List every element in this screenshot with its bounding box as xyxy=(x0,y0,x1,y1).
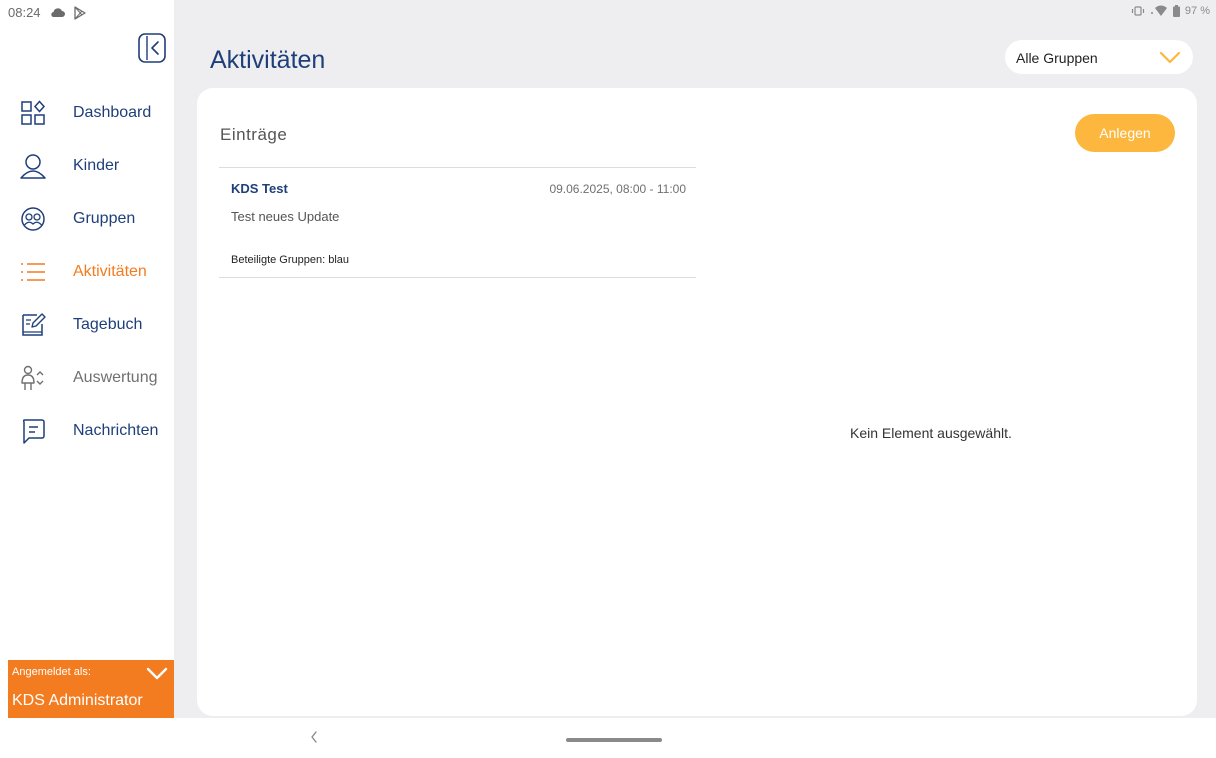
sidebar-item-label: Aktivitäten xyxy=(73,262,147,280)
main-card: Einträge Anlegen KDS Test 09.06.2025, 08… xyxy=(197,88,1197,716)
sidebar-item-tagebuch[interactable]: Tagebuch xyxy=(0,298,174,351)
battery-icon xyxy=(1172,5,1180,17)
add-button[interactable]: Anlegen xyxy=(1075,114,1175,152)
cloud-icon xyxy=(50,7,65,17)
entry-description: Test neues Update xyxy=(231,209,340,224)
vibrate-icon xyxy=(1131,6,1145,16)
sidebar-item-kinder[interactable]: Kinder xyxy=(0,139,174,192)
entry-title: KDS Test xyxy=(231,181,288,196)
list-item[interactable]: KDS Test 09.06.2025, 08:00 - 11:00 Test … xyxy=(219,167,696,278)
sidebar-item-aktivitaeten[interactable]: Aktivitäten xyxy=(0,245,174,298)
sidebar-item-label: Auswertung xyxy=(73,368,158,386)
sidebar-item-gruppen[interactable]: Gruppen xyxy=(0,192,174,245)
sidebar-item-label: Gruppen xyxy=(73,209,136,227)
entries-list: KDS Test 09.06.2025, 08:00 - 11:00 Test … xyxy=(219,167,696,278)
entry-groups: Beteiligte Gruppen: blau xyxy=(231,254,350,266)
wifi-icon xyxy=(1150,5,1167,16)
empty-detail-message: Kein Element ausgewählt. xyxy=(850,425,1012,441)
entry-date: 09.06.2025, 08:00 - 11:00 xyxy=(549,182,686,196)
collapse-icon xyxy=(138,33,166,63)
user-menu[interactable]: Angemeldet als: KDS Administrator xyxy=(8,660,174,718)
list-icon xyxy=(20,259,46,285)
system-navigation-bar xyxy=(174,718,1216,758)
battery-level: 97 % xyxy=(1184,5,1210,17)
group-filter-select[interactable]: Alle Gruppen xyxy=(1005,40,1193,74)
play-store-icon xyxy=(73,5,86,20)
sidebar-nav: Dashboard Kinder Gruppen Aktivitäten Tag… xyxy=(0,86,174,457)
group-icon xyxy=(20,206,46,232)
group-filter-value: Alle Gruppen xyxy=(1016,50,1098,66)
sidebar-item-dashboard[interactable]: Dashboard xyxy=(0,86,174,139)
sidebar-item-label: Dashboard xyxy=(73,103,152,121)
sidebar-item-label: Kinder xyxy=(73,156,120,174)
evaluation-icon xyxy=(20,365,46,391)
sidebar-item-label: Tagebuch xyxy=(73,315,143,333)
sidebar: Dashboard Kinder Gruppen Aktivitäten Tag… xyxy=(0,24,174,718)
back-icon[interactable] xyxy=(307,728,321,746)
status-time: 08:24 xyxy=(8,5,41,20)
sidebar-item-auswertung[interactable]: Auswertung xyxy=(0,351,174,404)
collapse-sidebar-button[interactable] xyxy=(138,33,166,63)
user-name: KDS Administrator xyxy=(12,692,143,709)
home-handle[interactable] xyxy=(566,738,662,742)
entries-title: Einträge xyxy=(220,125,288,144)
chevron-down-icon xyxy=(1159,51,1181,64)
sidebar-item-label: Nachrichten xyxy=(73,421,159,439)
status-bar: 08:24 97 % xyxy=(0,0,1216,24)
sidebar-item-nachrichten[interactable]: Nachrichten xyxy=(0,404,174,457)
chevron-down-icon xyxy=(146,667,168,680)
diary-icon xyxy=(20,312,46,338)
page-title: Aktivitäten xyxy=(210,46,326,74)
dashboard-icon xyxy=(20,99,46,126)
message-icon xyxy=(20,418,46,444)
user-caption: Angemeldet als: xyxy=(12,666,91,678)
person-icon xyxy=(20,153,46,179)
